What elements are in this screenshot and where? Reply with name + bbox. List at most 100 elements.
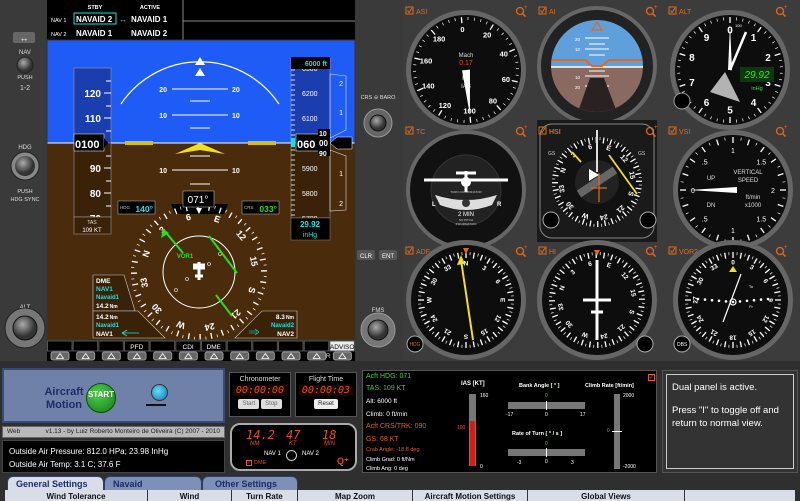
start-button[interactable]: START — [86, 383, 116, 413]
climb-angle: Climb Ang: 0 deg — [366, 466, 408, 472]
settings-column: Global Views — [528, 490, 685, 501]
clr-label: CLR — [360, 254, 373, 260]
scale-label: 18 — [729, 334, 737, 341]
dme-checkbox-label: DME — [254, 460, 267, 466]
dme-speed-unit: KT — [289, 441, 297, 447]
svg-text:+: + — [654, 245, 658, 251]
bank-angle-title: Bank Angle [ ° ] — [519, 383, 560, 389]
climb-rate-title: Climb Rate [ft/min] — [585, 383, 634, 389]
rate-of-turn-title: Rate of Turn [ ° / s ] — [512, 431, 563, 437]
svg-text:+: + — [524, 125, 528, 131]
scale-label: 15 — [627, 171, 635, 180]
settings-column: Aircraft Motion Settings — [413, 490, 528, 501]
adf-hdg-label: HDG — [409, 342, 420, 348]
nav-knob[interactable] — [16, 56, 34, 74]
dme-checkbox[interactable]: ✓ — [246, 460, 252, 466]
outside-air-temp: Outside Air Temp: 3.1 C; 37.6 F — [9, 460, 121, 469]
climb-rate-max: 2000 — [623, 393, 635, 399]
vsi-tick-label: 2 — [339, 201, 343, 208]
scale-label: 1 — [751, 33, 757, 44]
scale-label: 60 — [502, 75, 510, 84]
tab-other-settings[interactable]: Other Settings — [202, 476, 298, 491]
nav-push-value: 1-2 — [20, 85, 30, 92]
turn-max: 3 — [571, 460, 574, 466]
altitude-tick-label: 6100 — [302, 116, 318, 123]
cdi-dot — [696, 297, 700, 301]
softkey-extra-label: R — [326, 354, 331, 360]
altitude: Alt: 6000 ft — [366, 398, 398, 405]
ai-pitch-label: 10 — [575, 47, 581, 52]
nav-label: NAV — [19, 50, 31, 56]
reset-button[interactable]: Reset — [314, 399, 338, 409]
softkey-label-cell — [226, 340, 253, 352]
vsi-tick-label: 2 — [339, 81, 343, 88]
softkey-label: ADVISO — [330, 344, 355, 351]
ias-gauge-title: IAS [KT] — [461, 381, 485, 387]
ent-label: ENT — [382, 254, 394, 260]
tc-label: TC — [416, 129, 425, 136]
selected-altitude[interactable]: 6000 ft — [305, 61, 328, 68]
crs-baro-label: CRS ⊖ BARO — [361, 95, 397, 101]
ias-bar-fill — [470, 421, 475, 466]
tick-mark — [187, 333, 190, 340]
softkey-label: CDI — [183, 344, 194, 351]
dme-time-unit: MIN — [324, 441, 335, 447]
pitch-label: 10 — [232, 168, 240, 175]
altitude-tick-label: 5900 — [302, 166, 318, 173]
vor-fr-label: Fr — [749, 304, 753, 309]
dme-distance: 14.2 — [246, 428, 275, 442]
chronometer-start-button[interactable]: Start — [238, 399, 260, 409]
chronometer-value: 00:00:00 — [232, 385, 288, 396]
dme-selector-knob[interactable] — [286, 450, 297, 461]
altitude-tick-label: 6200 — [302, 91, 318, 98]
scale-label: 120 — [439, 101, 452, 110]
nav1-standby[interactable]: NAVAID 2 — [76, 15, 113, 24]
softkey-label: DME — [207, 344, 222, 351]
softkey-label-cell — [278, 340, 304, 352]
climb-rate-min: -2000 — [623, 464, 636, 470]
settings-column: Wind — [148, 490, 232, 501]
settings-column: Wind Tolerance — [5, 490, 148, 501]
softkey-label-cell — [252, 340, 278, 352]
obs-label: OBS — [677, 342, 688, 348]
tab-general-settings[interactable]: General Settings — [7, 476, 104, 491]
tick-mark — [638, 305, 645, 309]
altitude-roll: 10 — [319, 131, 327, 138]
hi-knob[interactable] — [636, 335, 654, 353]
svg-text:+: + — [784, 245, 788, 251]
tab-navaid-information[interactable]: Navaid Information — [104, 476, 202, 499]
hsi-heading-knob[interactable] — [542, 211, 560, 229]
softkey-label: PFD — [130, 344, 143, 351]
scale-label: W — [426, 296, 433, 303]
tc-left-label: L — [432, 202, 436, 208]
chronometer-stop-button[interactable]: Stop — [261, 399, 282, 409]
hdg-push-label: PUSH — [17, 189, 32, 195]
zoom-icon[interactable]: Q⁺ — [337, 456, 349, 467]
course-label: CRS — [244, 205, 254, 210]
tas-value: 109 KT — [82, 228, 102, 234]
pitch-label: 10 — [232, 113, 240, 120]
alt-baro-knob[interactable] — [673, 92, 691, 110]
cdi-dot — [710, 298, 714, 302]
scale-label: 24 — [599, 212, 608, 220]
bearing1-source: NAV1 — [96, 331, 113, 338]
airspeed-tick-label: 120 — [84, 89, 101, 100]
nav1-active: NAVAID 1 — [131, 15, 168, 24]
airspeed-tape: 120110908070 0100 TAS 109 KT — [73, 67, 112, 235]
vsi-tick-label: 1 — [339, 171, 343, 178]
pitch-label: 20 — [232, 87, 240, 94]
hi-gauge: N36 E1215S2124W3033 — [537, 240, 657, 360]
flight-data-checkbox[interactable]: ✓ — [648, 374, 655, 381]
scale-label: 5 — [727, 106, 733, 117]
flight-time: Flight Time 00:00:03 Reset — [295, 372, 357, 417]
vsi-dn: DN — [707, 203, 716, 209]
softkey-label-cell — [303, 340, 330, 352]
scale-label: 140 — [422, 82, 435, 91]
cdi-dot — [703, 298, 707, 301]
scale-label: 8 — [689, 53, 695, 64]
globe-icon[interactable] — [151, 384, 168, 401]
bearing2-source: NAV2 — [277, 331, 294, 338]
hsi-course-knob[interactable] — [639, 211, 657, 229]
swap-arrow-icon[interactable]: ↔ — [119, 15, 127, 24]
vsi-scale-label: 1.5 — [756, 160, 766, 167]
